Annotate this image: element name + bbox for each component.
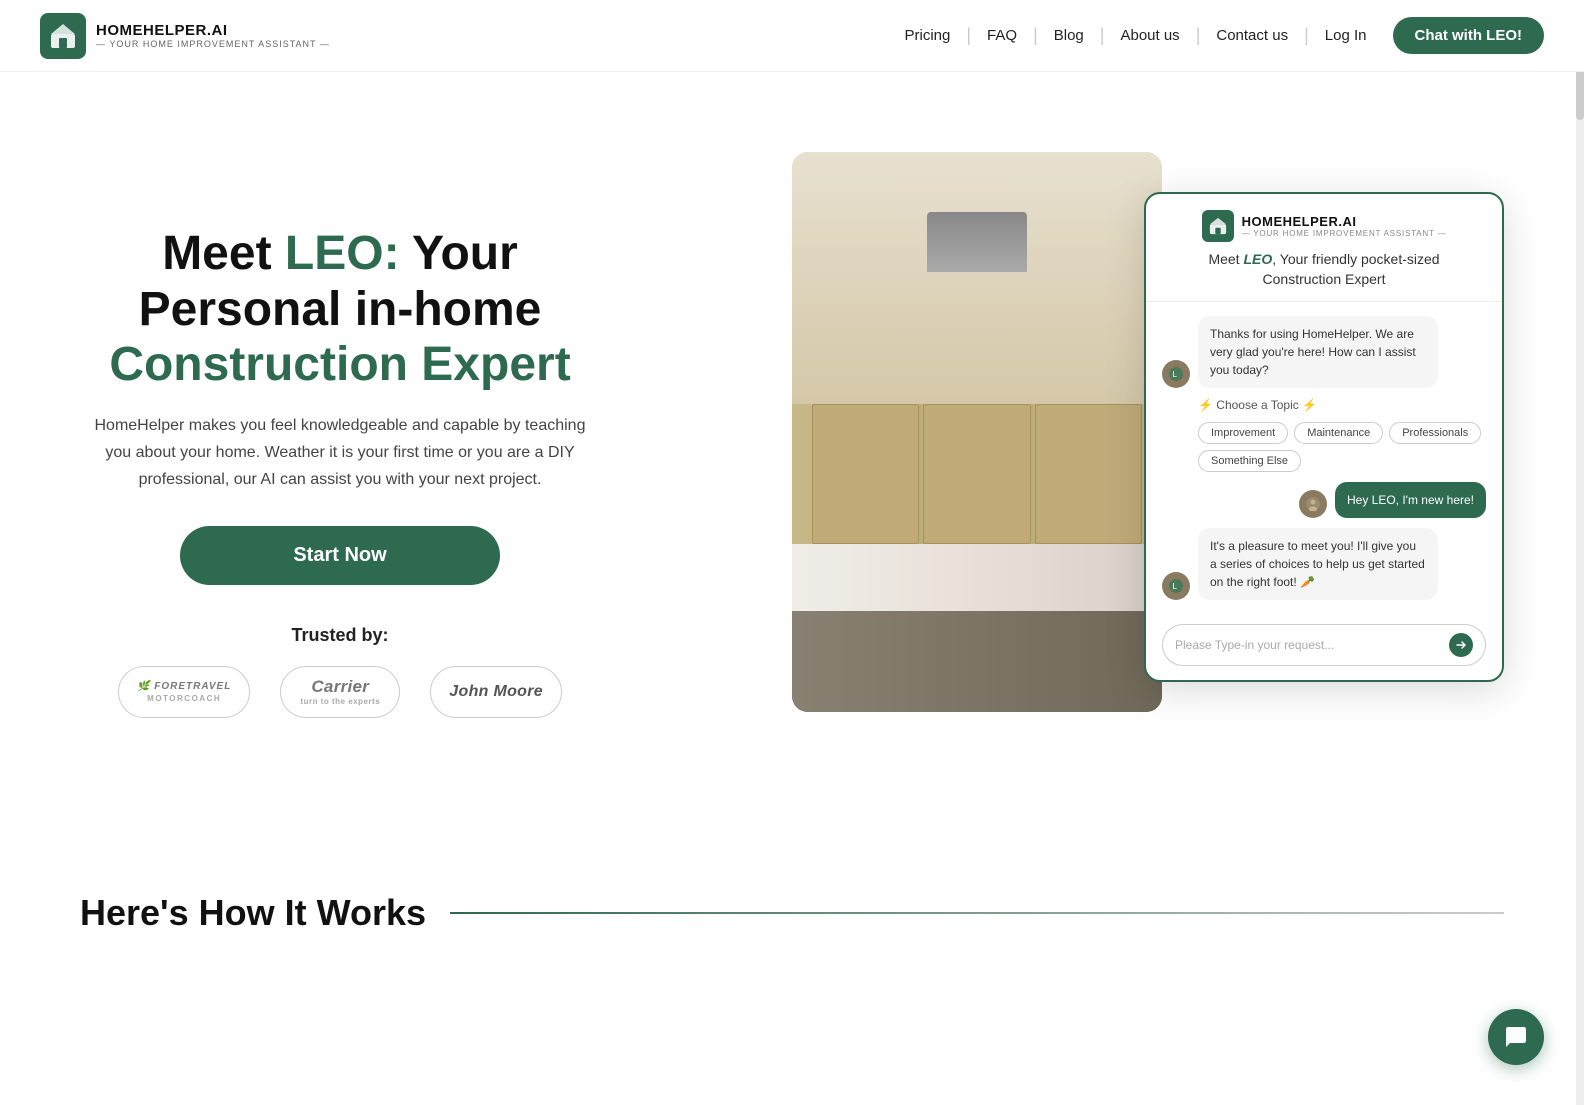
chip-professionals[interactable]: Professionals	[1389, 422, 1481, 444]
navbar: HOMEHELPER.AI — YOUR HOME IMPROVEMENT AS…	[0, 0, 1584, 72]
how-divider	[450, 912, 1504, 914]
bot-bubble-1: Thanks for using HomeHelper. We are very…	[1198, 316, 1438, 388]
bot-avatar-2: L	[1162, 572, 1190, 600]
hero-title-prefix: Meet	[162, 227, 285, 280]
how-title-row: Here's How It Works	[80, 892, 1504, 934]
scrollbar[interactable]	[1576, 0, 1584, 1105]
chip-improvement[interactable]: Improvement	[1198, 422, 1288, 444]
nav-pricing[interactable]: Pricing	[895, 21, 961, 50]
chat-input-row[interactable]: Please Type-in your request...	[1162, 624, 1486, 666]
trusted-label: Trusted by:	[80, 625, 600, 646]
chat-header: HOMEHELPER.AI — YOUR HOME IMPROVEMENT AS…	[1146, 194, 1502, 302]
svg-text:L: L	[1173, 370, 1178, 379]
chat-card: HOMEHELPER.AI — YOUR HOME IMPROVEMENT AS…	[1144, 192, 1504, 682]
bot-bubble-2: It's a pleasure to meet you! I'll give y…	[1198, 528, 1438, 600]
nav-links: Pricing | FAQ | Blog | About us | Contac…	[895, 17, 1545, 54]
chat-logo: HOMEHELPER.AI — YOUR HOME IMPROVEMENT AS…	[1202, 210, 1447, 242]
chip-something-else[interactable]: Something Else	[1198, 450, 1301, 472]
hero-content: Meet LEO: Your Personal in-home Construc…	[80, 226, 600, 717]
chat-send-button[interactable]	[1449, 633, 1473, 657]
chat-message-2: Hey LEO, I'm new here!	[1162, 482, 1486, 518]
hero-construction: Construction Expert	[109, 338, 570, 391]
trusted-logos: 🌿 FORETRAVEL MOTORCOACH Carrier turn to …	[80, 666, 600, 718]
nav-faq[interactable]: FAQ	[977, 21, 1027, 50]
chat-with-leo-button[interactable]: Chat with LEO!	[1393, 17, 1545, 54]
john-moore-logo: John Moore	[430, 666, 562, 718]
chip-row[interactable]: Improvement Maintenance Professionals So…	[1162, 422, 1486, 472]
user-avatar	[1299, 490, 1327, 518]
chat-brand-sub: — YOUR HOME IMPROVEMENT ASSISTANT —	[1242, 229, 1447, 238]
chat-logo-icon	[1202, 210, 1234, 242]
hero-section: Meet LEO: Your Personal in-home Construc…	[0, 72, 1584, 852]
hero-description: HomeHelper makes you feel knowledgeable …	[80, 412, 600, 494]
hero-leo: LEO:	[285, 227, 400, 280]
topic-label: ⚡ Choose a Topic ⚡	[1198, 398, 1317, 412]
floating-chat-button[interactable]	[1488, 1009, 1544, 1065]
chat-brand-name: HOMEHELPER.AI	[1242, 214, 1447, 229]
kitchen-image	[792, 152, 1162, 712]
carrier-logo: Carrier turn to the experts	[280, 666, 400, 718]
how-it-works-title: Here's How It Works	[80, 892, 426, 934]
how-it-works-section: Here's How It Works	[0, 852, 1584, 974]
start-now-button[interactable]: Start Now	[180, 526, 500, 585]
chat-message-3: L It's a pleasure to meet you! I'll give…	[1162, 528, 1486, 600]
logo-text: HOMEHELPER.AI — YOUR HOME IMPROVEMENT AS…	[96, 22, 330, 49]
chat-body: L Thanks for using HomeHelper. We are ve…	[1146, 302, 1502, 614]
brand-name: HOMEHELPER.AI	[96, 22, 330, 39]
foretravel-logo: 🌿 FORETRAVEL MOTORCOACH	[118, 666, 250, 718]
chat-intro: Meet LEO, Your friendly pocket-sizedCons…	[1208, 250, 1439, 289]
nav-blog[interactable]: Blog	[1044, 21, 1094, 50]
brand-tagline: — YOUR HOME IMPROVEMENT ASSISTANT —	[96, 39, 330, 49]
chip-maintenance[interactable]: Maintenance	[1294, 422, 1383, 444]
hero-visual: HOMEHELPER.AI — YOUR HOME IMPROVEMENT AS…	[792, 132, 1504, 812]
chat-message-1: L Thanks for using HomeHelper. We are ve…	[1162, 316, 1486, 388]
logo[interactable]: HOMEHELPER.AI — YOUR HOME IMPROVEMENT AS…	[40, 13, 330, 59]
bot-avatar-1: L	[1162, 360, 1190, 388]
nav-contact[interactable]: Contact us	[1206, 21, 1298, 50]
hero-title: Meet LEO: Your Personal in-home Construc…	[80, 226, 600, 392]
topic-row: ⚡ Choose a Topic ⚡	[1162, 398, 1486, 412]
user-bubble-1: Hey LEO, I'm new here!	[1335, 482, 1486, 518]
chat-input[interactable]: Please Type-in your request...	[1175, 638, 1449, 652]
svg-text:L: L	[1173, 582, 1178, 591]
logo-icon	[40, 13, 86, 59]
nav-about[interactable]: About us	[1110, 21, 1189, 50]
nav-login[interactable]: Log In	[1315, 21, 1377, 50]
